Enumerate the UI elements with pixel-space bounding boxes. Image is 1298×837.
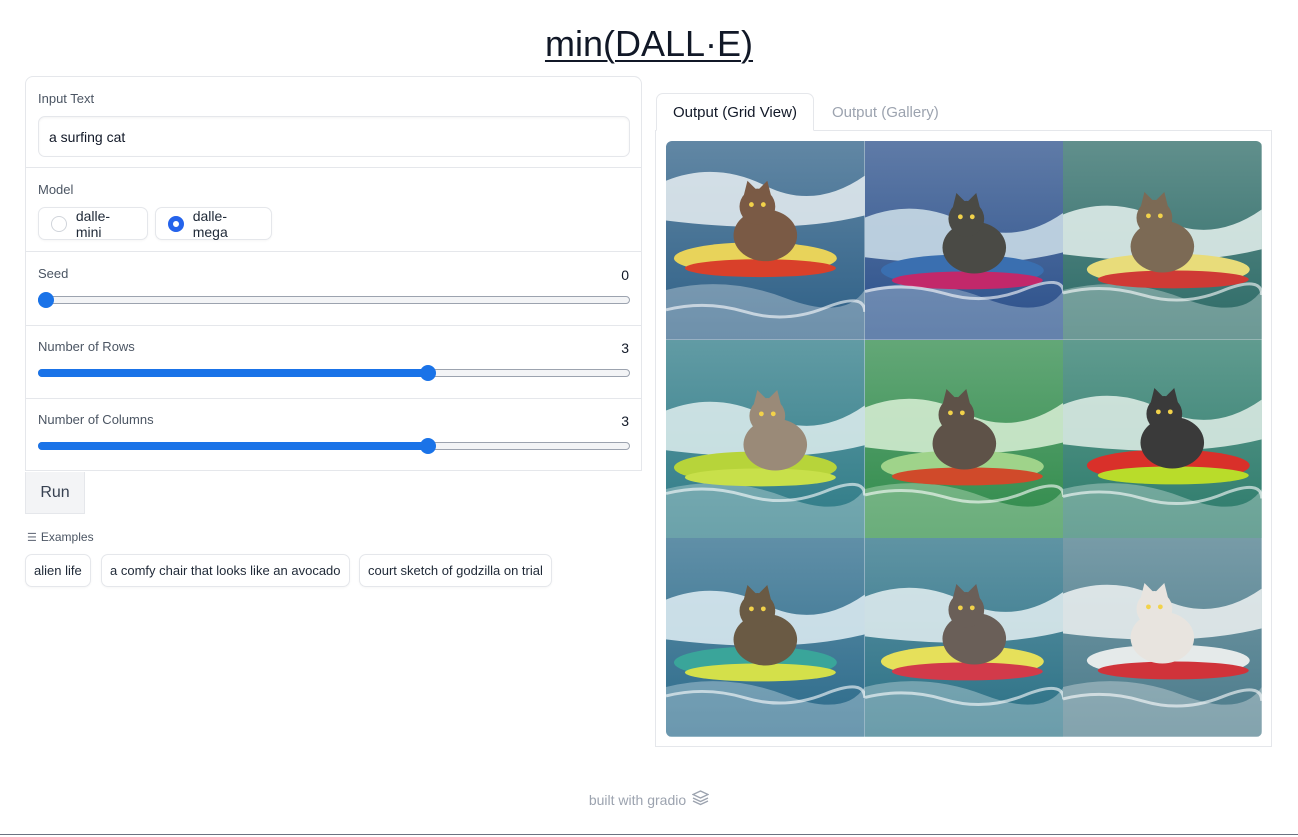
output-image-grid xyxy=(666,141,1262,737)
examples-label: Examples xyxy=(40,530,94,544)
divider xyxy=(0,834,1298,835)
seed-label: Seed xyxy=(38,266,69,281)
radio-checked-icon xyxy=(168,215,184,232)
slider-thumb[interactable] xyxy=(419,438,436,454)
input-panel: Input Text Model dalle-mini dalle-mega S… xyxy=(25,76,642,471)
rows-block: Number of Rows 3 xyxy=(26,326,641,399)
example-button[interactable]: court sketch of godzilla on trial xyxy=(359,554,552,587)
seed-value: 0 xyxy=(621,267,629,283)
gradio-logo-icon xyxy=(691,790,710,809)
tab-output-grid-view[interactable]: Output (Grid View) xyxy=(656,93,814,131)
rows-value: 3 xyxy=(621,340,629,356)
model-block: Model dalle-mini dalle-mega xyxy=(26,168,641,252)
generated-image-tile[interactable] xyxy=(1063,538,1262,737)
run-button[interactable]: Run xyxy=(25,472,85,514)
generated-image-tile[interactable] xyxy=(1063,339,1262,539)
rows-slider[interactable] xyxy=(38,365,630,381)
slider-thumb[interactable] xyxy=(38,292,54,308)
seed-block: Seed 0 xyxy=(26,252,641,326)
generated-image-tile[interactable] xyxy=(1063,141,1262,340)
generated-image-tile[interactable] xyxy=(864,538,1064,737)
model-option-dalle-mini[interactable]: dalle-mini xyxy=(38,207,148,240)
seed-slider[interactable] xyxy=(38,292,630,308)
generated-image-tile[interactable] xyxy=(666,339,865,539)
generated-image-tile[interactable] xyxy=(864,339,1064,539)
generated-image-tile[interactable] xyxy=(666,538,865,737)
slider-track xyxy=(38,296,630,304)
list-icon: ☰ xyxy=(27,531,37,544)
example-button[interactable]: a comfy chair that looks like an avocado xyxy=(101,554,350,587)
generated-image-tile[interactable] xyxy=(666,141,865,340)
footer-text: built with gradio xyxy=(588,791,687,808)
input-text-field[interactable] xyxy=(38,116,630,157)
input-text-label: Input Text xyxy=(38,91,95,106)
model-option-label: dalle-mini xyxy=(75,207,111,240)
columns-slider[interactable] xyxy=(38,438,630,454)
model-label: Model xyxy=(38,182,74,197)
title-link[interactable]: min(DALL·E) xyxy=(545,23,753,64)
radio-unchecked-icon xyxy=(51,215,67,232)
examples-header: ☰ Examples xyxy=(27,530,94,544)
slider-fill xyxy=(38,442,428,450)
rows-label: Number of Rows xyxy=(38,339,135,354)
model-option-dalle-mega[interactable]: dalle-mega xyxy=(155,207,272,240)
slider-fill xyxy=(38,369,428,377)
columns-block: Number of Columns 3 xyxy=(26,399,641,472)
model-option-label: dalle-mega xyxy=(192,207,228,240)
tab-output-gallery[interactable]: Output (Gallery) xyxy=(816,93,955,131)
page-title: min(DALL·E) xyxy=(0,22,1298,66)
columns-value: 3 xyxy=(621,413,629,429)
footer: built with gradio xyxy=(0,790,1298,809)
input-text-block: Input Text xyxy=(26,77,641,168)
example-button[interactable]: alien life xyxy=(25,554,91,587)
columns-label: Number of Columns xyxy=(38,412,154,427)
slider-thumb[interactable] xyxy=(419,365,436,381)
generated-image-tile[interactable] xyxy=(864,141,1064,340)
